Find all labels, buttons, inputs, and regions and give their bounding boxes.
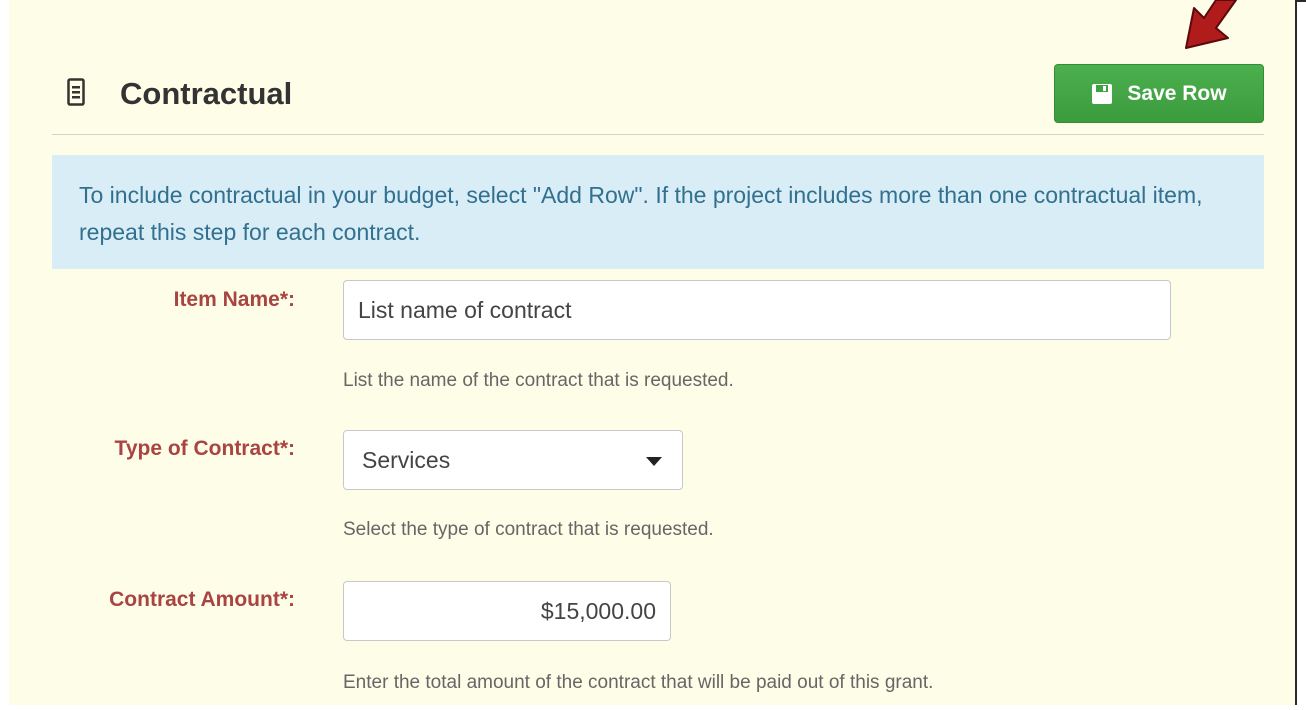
caret-down-icon: [646, 457, 662, 466]
item-name-help: List the name of the contract that is re…: [343, 370, 734, 391]
contract-amount-help: Enter the total amount of the contract t…: [343, 672, 934, 693]
item-name-label-cell: Item Name*:: [52, 288, 295, 318]
contract-type-help: Select the type of contract that is requ…: [343, 519, 714, 540]
section-title: Contractual: [120, 76, 293, 111]
contract-type-label-cell: Type of Contract*:: [52, 437, 295, 467]
contract-amount-label: Contract Amount*:: [109, 588, 295, 611]
item-name-label: Item Name*:: [173, 288, 295, 311]
contract-type-select[interactable]: Services: [343, 430, 683, 490]
contract-type-label: Type of Contract*:: [114, 437, 295, 460]
save-row-label: Save Row: [1127, 81, 1227, 105]
contract-type-value: Services: [362, 446, 451, 473]
info-alert-text: To include contractual in your budget, s…: [79, 182, 1203, 245]
red-arrow-icon: [1185, 0, 1237, 49]
screenshot-frame: Contractual Save Row To include contract…: [0, 0, 1306, 710]
save-row-button[interactable]: Save Row: [1054, 64, 1264, 123]
document-list-icon: [67, 78, 85, 106]
floppy-disk-icon: [1092, 83, 1113, 104]
contract-amount-input[interactable]: [343, 581, 671, 641]
info-alert: To include contractual in your budget, s…: [52, 155, 1264, 269]
contract-amount-label-cell: Contract Amount*:: [52, 588, 295, 618]
header-divider: [52, 134, 1264, 135]
item-name-input[interactable]: [343, 280, 1171, 340]
